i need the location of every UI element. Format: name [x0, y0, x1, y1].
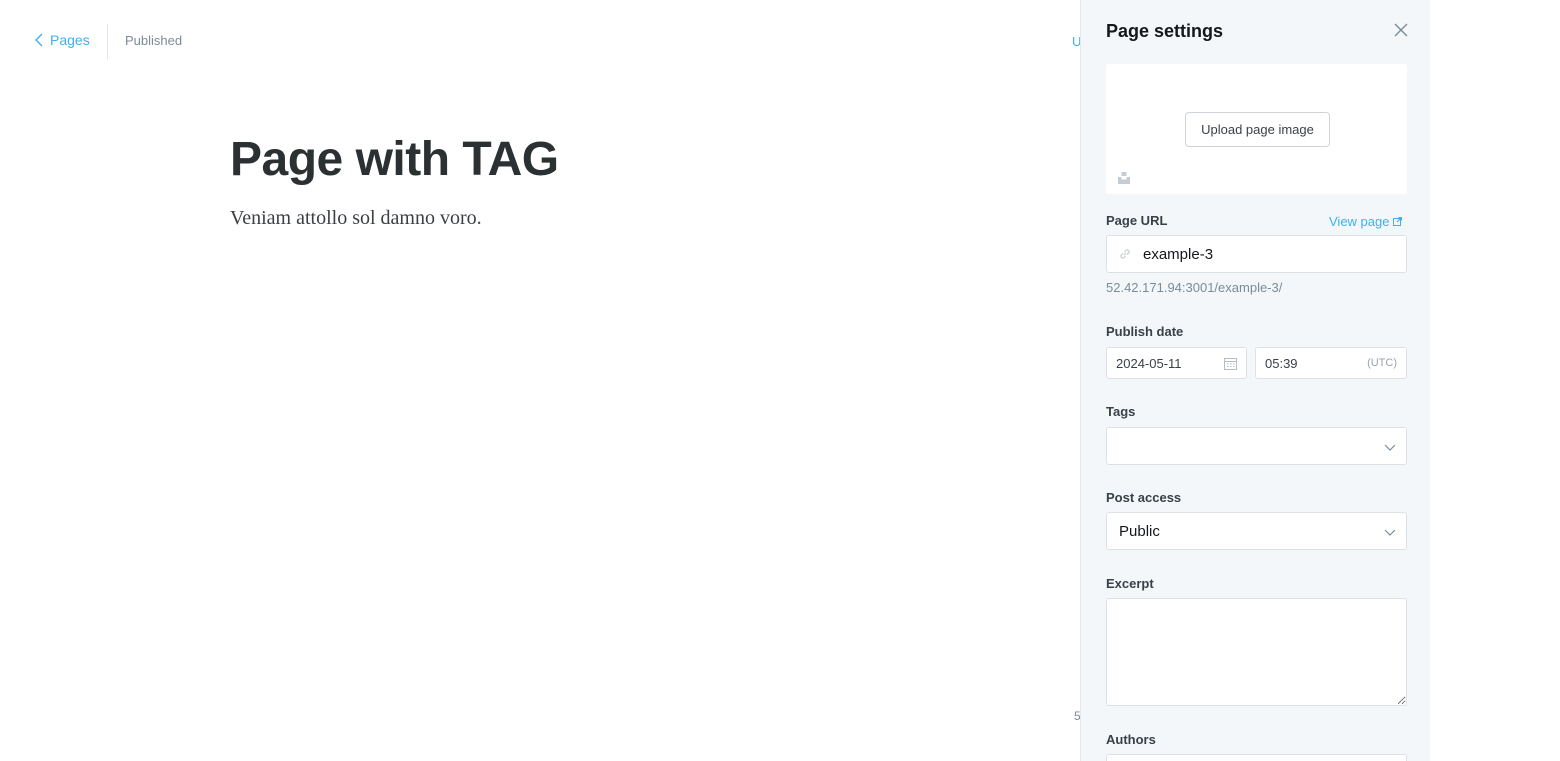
view-page-label: View page	[1329, 214, 1390, 229]
header-divider	[107, 24, 108, 60]
tags-select[interactable]	[1106, 427, 1407, 465]
page-body[interactable]: Veniam attollo sol damno voro.	[230, 207, 482, 230]
page-url-input[interactable]	[1143, 245, 1393, 263]
back-link-label: Pages	[50, 32, 90, 48]
publish-time-field[interactable]: (UTC)	[1255, 347, 1407, 379]
close-icon	[1394, 23, 1408, 37]
post-access-select[interactable]: Public	[1106, 512, 1407, 550]
publish-date-label: Publish date	[1106, 324, 1184, 339]
chevron-down-icon	[1384, 444, 1396, 451]
authors-select[interactable]	[1106, 754, 1407, 761]
excerpt-textarea[interactable]	[1106, 598, 1407, 706]
calendar-icon[interactable]	[1224, 357, 1237, 370]
update-button[interactable]: Update	[1072, 34, 1080, 49]
back-to-pages-link[interactable]: Pages	[34, 32, 90, 48]
publish-date-input[interactable]	[1116, 355, 1206, 371]
chevron-left-icon	[35, 33, 43, 47]
tags-label: Tags	[1106, 404, 1136, 419]
page-title[interactable]: Page with TAG	[230, 132, 559, 187]
chevron-down-icon	[1384, 529, 1396, 536]
panel-title: Page settings	[1106, 21, 1224, 41]
page-url-field[interactable]	[1106, 235, 1407, 273]
authors-label: Authors	[1106, 732, 1156, 747]
excerpt-label: Excerpt	[1106, 576, 1154, 591]
page-settings-panel: Page settings Upload page image Page URL…	[1080, 0, 1430, 761]
page-url-preview: 52.42.171.94:3001/example-3/	[1106, 280, 1283, 295]
link-icon	[1120, 249, 1130, 259]
view-page-link[interactable]: View page	[1329, 214, 1403, 229]
unsplash-icon[interactable]	[1117, 171, 1131, 185]
close-settings-button[interactable]	[1393, 22, 1409, 38]
publish-date-field[interactable]	[1106, 347, 1247, 379]
upload-page-image-button[interactable]: Upload page image	[1185, 112, 1330, 147]
editor-header: Pages Published Update	[0, 0, 1080, 84]
post-status: Published	[125, 33, 183, 48]
external-link-icon	[1393, 217, 1403, 226]
page-url-label: Page URL	[1106, 213, 1168, 228]
post-access-value: Public	[1119, 523, 1160, 540]
timezone-label: (UTC)	[1367, 357, 1397, 369]
page-image-uploader: Upload page image	[1106, 64, 1407, 194]
publish-time-input[interactable]	[1265, 355, 1355, 371]
post-access-label: Post access	[1106, 490, 1182, 505]
